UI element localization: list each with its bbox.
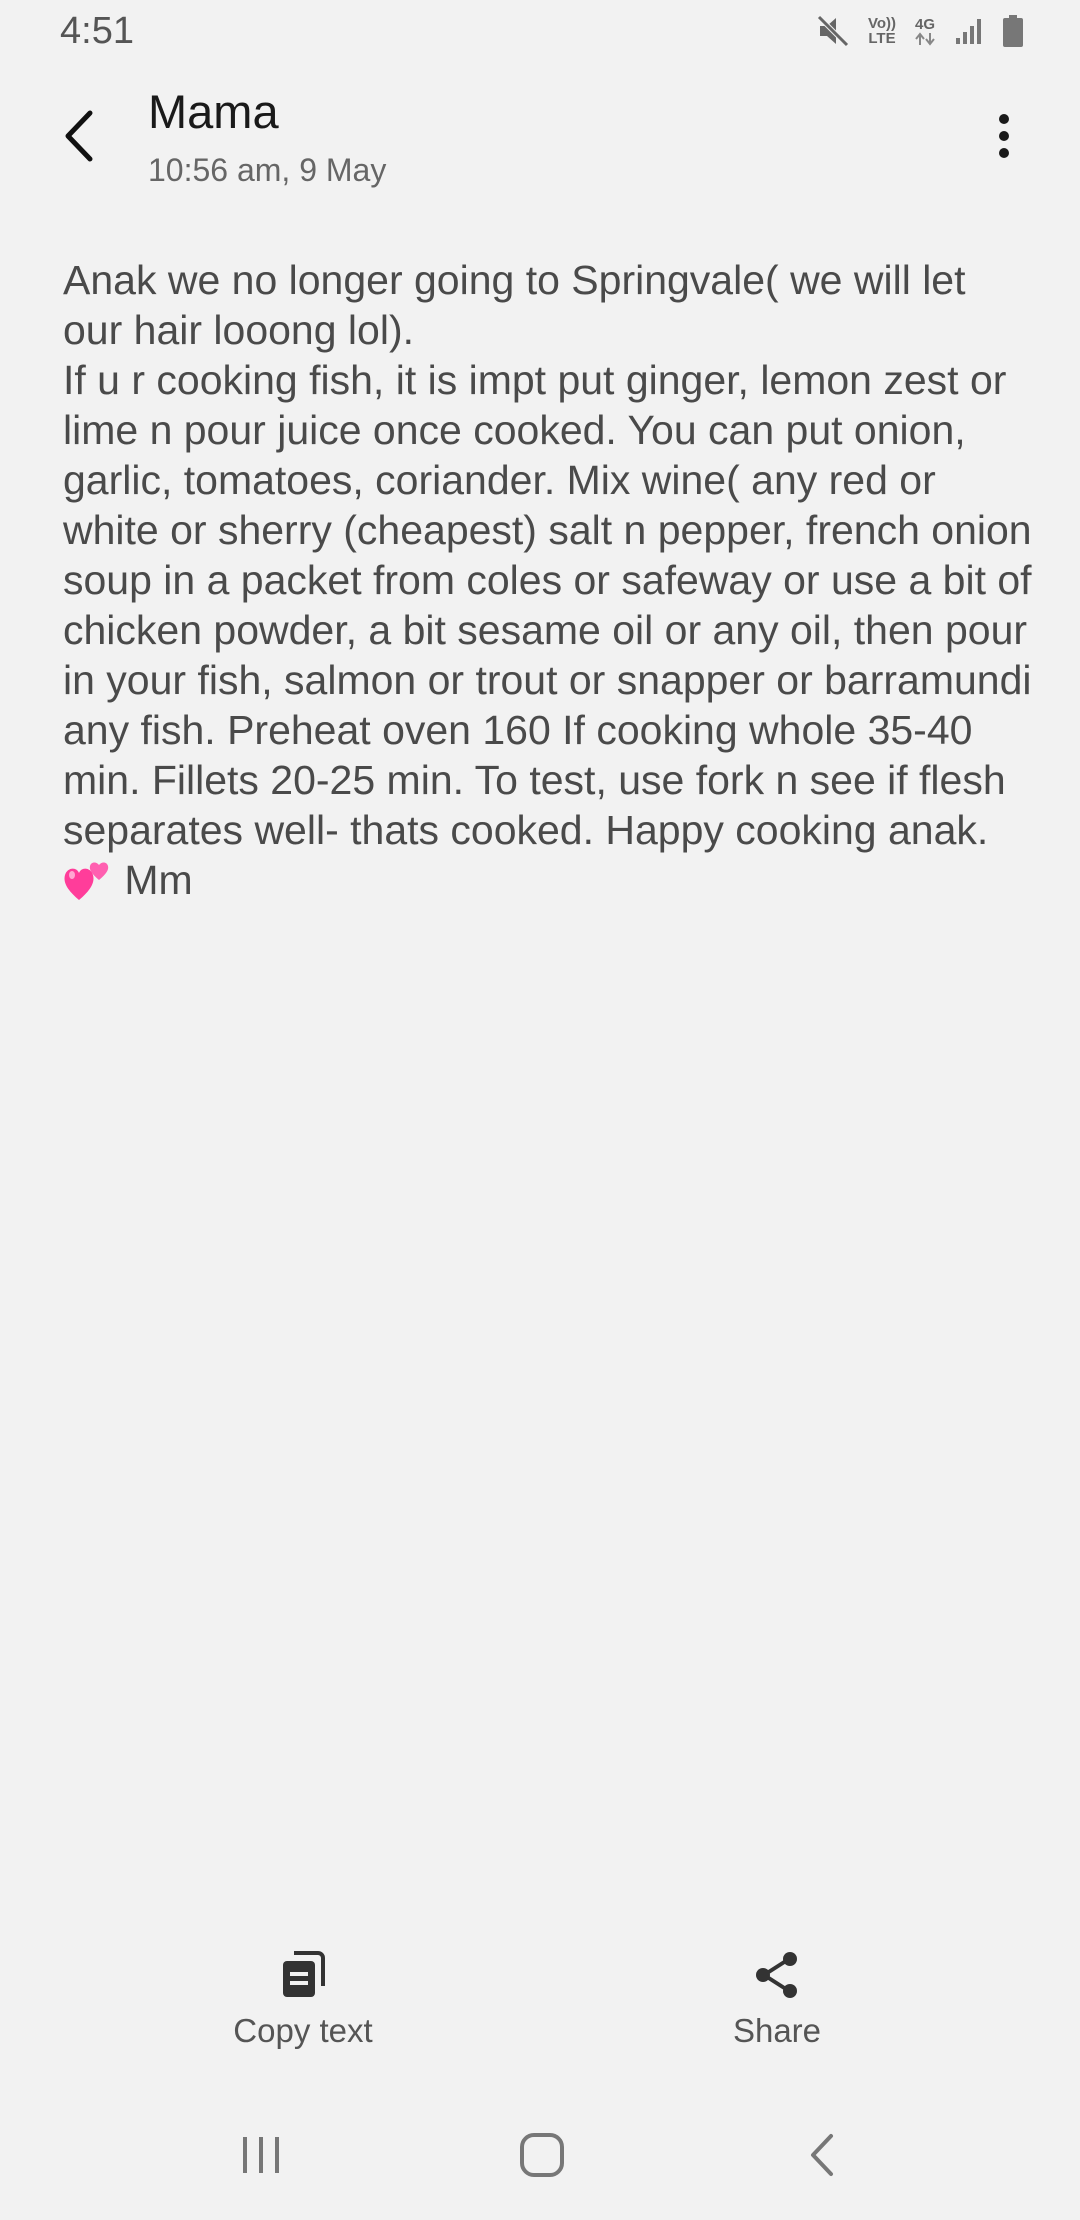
share-icon bbox=[756, 1952, 797, 1998]
battery-icon bbox=[1002, 14, 1024, 48]
status-icons: Vo)) LTE 4G bbox=[816, 14, 1024, 48]
more-options-button[interactable] bbox=[968, 100, 1040, 172]
message-body[interactable]: Anak we no longer going to Springvale( w… bbox=[63, 255, 1033, 905]
copy-icon bbox=[283, 1951, 325, 1997]
back-arrow-icon bbox=[811, 2134, 833, 2176]
volte-icon: Vo)) LTE bbox=[867, 15, 896, 47]
message-timestamp: 10:56 am, 9 May bbox=[148, 152, 387, 188]
share-label: Share bbox=[732, 2012, 822, 2049]
status-time: 4:51 bbox=[60, 10, 134, 52]
home-button[interactable] bbox=[502, 2125, 582, 2185]
sender-name: Mama bbox=[148, 85, 279, 138]
message-header: Mama 10:56 am, 9 May bbox=[0, 70, 1080, 200]
two-hearts-emoji-icon bbox=[63, 858, 113, 902]
bottom-action-bar: Copy text Share bbox=[0, 1950, 1080, 2080]
recent-apps-button[interactable] bbox=[221, 2125, 301, 2185]
message-text: Anak we no longer going to Springvale( w… bbox=[63, 257, 1032, 853]
message-signoff: Mm bbox=[113, 857, 193, 903]
copy-text-label: Copy text bbox=[233, 2012, 373, 2049]
message-detail-screen: 4:51 Vo)) LTE 4G Mama 10:56 am, 9 May An… bbox=[0, 0, 1080, 2220]
mute-icon bbox=[816, 14, 850, 48]
chevron-left-icon bbox=[65, 110, 93, 162]
copy-text-button[interactable]: Copy text bbox=[153, 1950, 453, 2050]
status-bar: 4:51 Vo)) LTE 4G bbox=[0, 0, 1080, 70]
recent-apps-icon bbox=[243, 2137, 279, 2173]
system-back-button[interactable] bbox=[782, 2125, 862, 2185]
share-button[interactable]: Share bbox=[627, 1950, 927, 2050]
more-vertical-icon bbox=[999, 114, 1009, 158]
system-nav-bar bbox=[0, 2110, 1080, 2200]
back-button[interactable] bbox=[44, 100, 116, 172]
4g-icon: 4G bbox=[914, 17, 936, 46]
home-icon bbox=[520, 2133, 564, 2177]
signal-icon bbox=[954, 16, 984, 46]
